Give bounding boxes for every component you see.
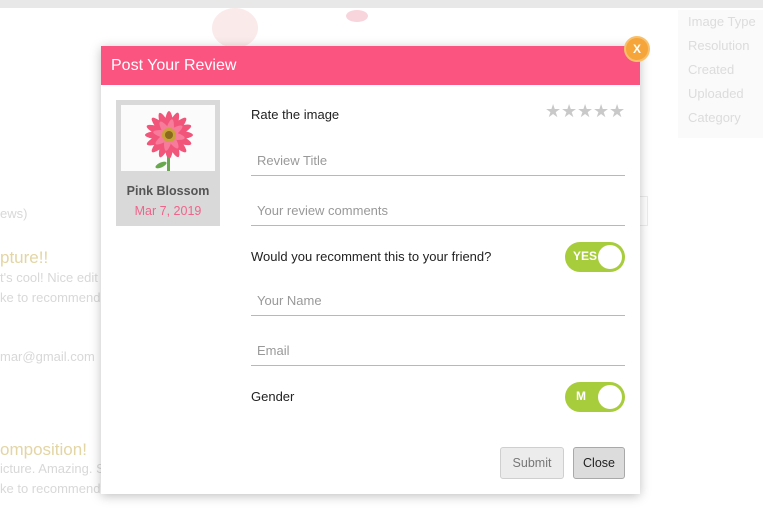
submit-button[interactable]: Submit [500, 447, 564, 479]
review-modal: Post Your Review Pink Blossom Mar 7, 201… [101, 46, 640, 494]
recommend-toggle[interactable]: YES [565, 242, 625, 272]
close-icon[interactable]: X [624, 36, 650, 62]
star-icon[interactable]: ★ [545, 102, 561, 120]
background-info-row: Image Type [688, 14, 756, 29]
review-title-input[interactable] [251, 146, 625, 176]
toggle-knob [598, 245, 622, 269]
email-input[interactable] [251, 336, 625, 366]
background-image-fragment [346, 10, 368, 22]
name-input[interactable] [251, 286, 625, 316]
background-review-heading: omposition! [0, 440, 87, 459]
background-review-text: ke to recommend [0, 290, 101, 305]
star-icon[interactable]: ★ [561, 102, 577, 120]
image-name: Pink Blossom [126, 184, 210, 198]
image-card: Pink Blossom Mar 7, 2019 [116, 100, 220, 226]
background-info-row: Uploaded [688, 86, 744, 101]
background-info-row: Resolution [688, 38, 750, 53]
modal-title: Post Your Review [111, 56, 237, 74]
review-comments-input[interactable] [251, 196, 625, 226]
close-button[interactable]: Close [573, 447, 625, 479]
toggle-knob [598, 385, 622, 409]
background-review-email: mar@gmail.com [0, 349, 95, 364]
background-info-row: Created [688, 62, 735, 77]
background-top-bar [0, 0, 763, 8]
flower-thumbnail [121, 105, 215, 171]
background-info-row: Category [688, 110, 741, 125]
modal-header: Post Your Review [101, 46, 640, 85]
star-icon[interactable]: ★ [577, 102, 593, 120]
gender-label: Gender [251, 389, 295, 404]
background-review-heading: pture!! [0, 248, 49, 267]
background-review-text: icture. Amazing. S [0, 461, 105, 476]
background-image-fragment [212, 8, 258, 48]
background-reviews-count: ews) [0, 206, 28, 221]
background-info-panel: Image Type Resolution Created Uploaded C… [678, 10, 763, 138]
gender-toggle-text: M [576, 389, 586, 403]
image-date: Mar 7, 2019 [134, 204, 202, 218]
recommend-label: Would you recomment this to your friend? [251, 249, 492, 264]
recommend-toggle-text: YES [573, 249, 598, 263]
rate-label: Rate the image [251, 107, 340, 122]
star-rating[interactable]: ★ ★ ★ ★ ★ [545, 102, 625, 120]
gender-toggle[interactable]: M [565, 382, 625, 412]
star-icon[interactable]: ★ [593, 102, 609, 120]
flower-image [121, 105, 215, 171]
background-review-text: ke to recommend [0, 481, 101, 496]
background-review-text: t's cool! Nice edit [0, 270, 98, 285]
star-icon[interactable]: ★ [609, 102, 625, 120]
